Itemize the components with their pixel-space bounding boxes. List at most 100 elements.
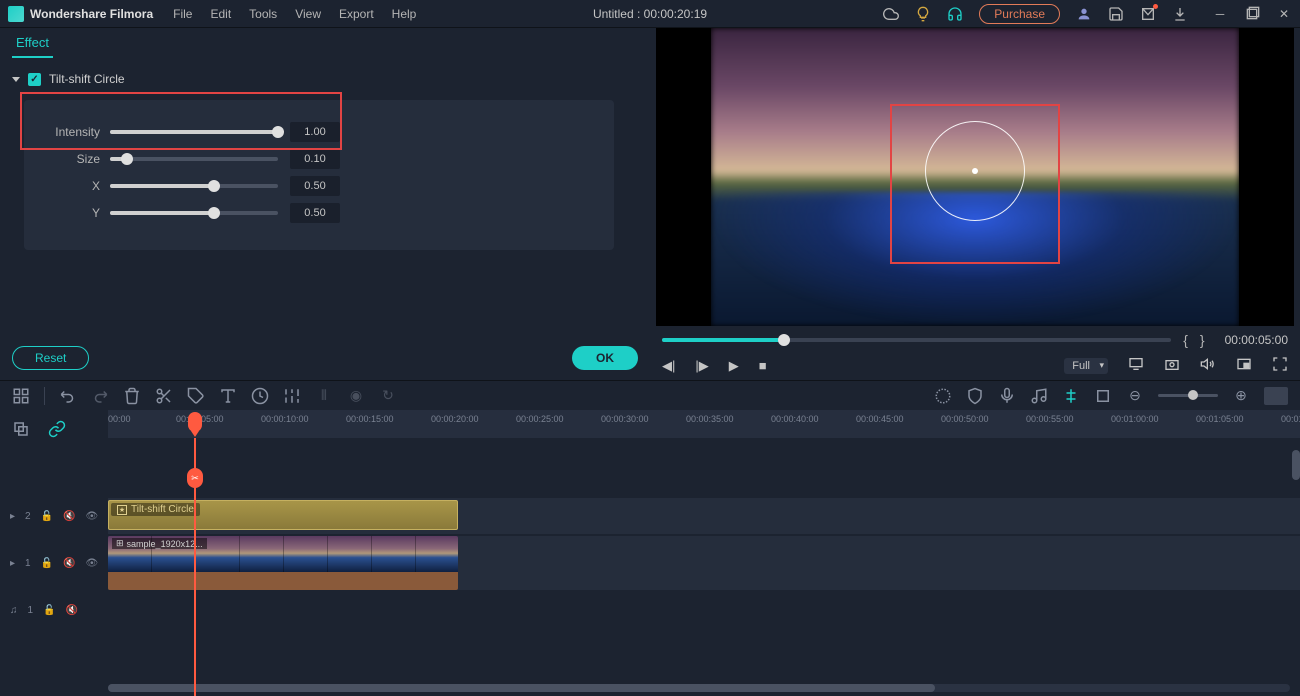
prev-frame-icon[interactable]: ◀|: [662, 358, 675, 374]
menu-export[interactable]: Export: [339, 7, 374, 21]
pip-icon[interactable]: [1236, 356, 1252, 375]
value-x[interactable]: 0.50: [290, 176, 340, 196]
mute-icon[interactable]: 🔇: [63, 511, 75, 522]
param-y: Y 0.50: [44, 199, 594, 226]
menubar: Wondershare Filmora File Edit Tools View…: [0, 0, 1300, 28]
value-intensity[interactable]: 1.00: [290, 122, 340, 142]
mic-icon[interactable]: [998, 387, 1016, 405]
value-size[interactable]: 0.10: [290, 149, 340, 169]
track-video-icon[interactable]: ▸: [10, 511, 15, 522]
maximize-icon[interactable]: [1244, 6, 1260, 22]
ok-button[interactable]: OK: [572, 346, 638, 370]
zoom-out-icon[interactable]: ⊖: [1126, 387, 1144, 405]
marker-icon[interactable]: [1094, 387, 1112, 405]
delete-icon[interactable]: [123, 387, 141, 405]
preview-quality-select[interactable]: Full: [1064, 358, 1108, 374]
volume-icon[interactable]: [1200, 356, 1216, 375]
lock-icon[interactable]: 🔓: [41, 558, 53, 569]
track-number: 1: [25, 558, 31, 569]
text-icon[interactable]: [219, 387, 237, 405]
tag-icon[interactable]: [187, 387, 205, 405]
ruler-tick: 00:00:40:00: [771, 414, 819, 424]
zoom-slider[interactable]: [1158, 394, 1218, 397]
fullscreen-icon[interactable]: [1272, 356, 1288, 375]
zoom-fit-icon[interactable]: [1264, 387, 1288, 405]
slider-x[interactable]: [110, 184, 278, 188]
display-icon[interactable]: [1128, 356, 1144, 375]
next-frame-icon[interactable]: |▶: [695, 358, 708, 374]
audio-mix-icon[interactable]: ⫴: [315, 387, 333, 405]
playback-progress[interactable]: [662, 338, 1171, 342]
refresh-icon[interactable]: ↻: [379, 387, 397, 405]
link-icon[interactable]: [48, 420, 66, 438]
play-icon[interactable]: ▶: [729, 358, 739, 374]
headset-icon[interactable]: [947, 6, 963, 22]
zoom-in-icon[interactable]: ⊕: [1232, 387, 1250, 405]
eye-icon[interactable]: 👁: [86, 558, 99, 569]
timecode-display: 00:00:05:00: [1225, 333, 1288, 347]
lightbulb-icon[interactable]: [915, 6, 931, 22]
preview-image: [711, 28, 1239, 326]
adjust-icon[interactable]: [283, 387, 301, 405]
panel-buttons: Reset OK: [0, 338, 650, 380]
close-icon[interactable]: ✕: [1276, 6, 1292, 22]
menu-file[interactable]: File: [173, 7, 192, 21]
mark-out-icon[interactable]: }: [1200, 332, 1205, 348]
mark-in-icon[interactable]: {: [1183, 332, 1188, 348]
download-icon[interactable]: [1172, 6, 1188, 22]
menu-help[interactable]: Help: [392, 7, 417, 21]
ruler-tick: 00:00:20:00: [431, 414, 479, 424]
snapshot-icon[interactable]: [1164, 356, 1180, 375]
account-icon[interactable]: [1076, 6, 1092, 22]
slider-y[interactable]: [110, 211, 278, 215]
grid-icon[interactable]: [12, 387, 30, 405]
menu-view[interactable]: View: [295, 7, 321, 21]
param-label-intensity: Intensity: [44, 125, 100, 139]
redo-icon[interactable]: [91, 387, 109, 405]
timeline-header-left: [0, 416, 100, 442]
cut-icon[interactable]: [155, 387, 173, 405]
mute-icon[interactable]: 🔇: [66, 605, 78, 616]
playhead-handle[interactable]: [188, 412, 202, 432]
menu-tools[interactable]: Tools: [249, 7, 277, 21]
effect-checkbox[interactable]: [28, 73, 41, 86]
horizontal-scrollbar[interactable]: [108, 684, 1290, 692]
scissors-marker[interactable]: ✂: [187, 468, 203, 488]
menu-edit[interactable]: Edit: [210, 7, 231, 21]
shield-icon[interactable]: [966, 387, 984, 405]
message-icon[interactable]: [1140, 6, 1156, 22]
purchase-button[interactable]: Purchase: [979, 4, 1060, 24]
clip-tiltshift[interactable]: ★Tilt-shift Circle: [108, 500, 458, 530]
reset-button[interactable]: Reset: [12, 346, 89, 370]
preview-viewport[interactable]: [656, 28, 1294, 326]
ruler-tick: 00:00:15:00: [346, 414, 394, 424]
color-icon[interactable]: [934, 387, 952, 405]
ruler-tick: 00:00:25:00: [516, 414, 564, 424]
value-y[interactable]: 0.50: [290, 203, 340, 223]
slider-intensity[interactable]: [110, 130, 278, 134]
track-video-icon[interactable]: ▸: [10, 558, 15, 569]
minimize-icon[interactable]: ─: [1212, 6, 1228, 22]
speed-icon[interactable]: [251, 387, 269, 405]
eye-icon[interactable]: 👁: [86, 511, 99, 522]
timeline-ruler[interactable]: 00:00 00:00:05:00 00:00:10:00 00:00:15:0…: [108, 410, 1300, 438]
track-audio-icon[interactable]: ♫: [10, 605, 18, 616]
snap-icon[interactable]: [1062, 387, 1080, 405]
clip-video[interactable]: ⊞sample_1920x12...: [108, 536, 458, 590]
mute-icon[interactable]: 🔇: [63, 558, 75, 569]
lock-icon[interactable]: 🔓: [43, 605, 55, 616]
lock-icon[interactable]: 🔓: [41, 511, 53, 522]
copy-icon[interactable]: [12, 420, 30, 438]
music-icon[interactable]: [1030, 387, 1048, 405]
stop-icon[interactable]: ■: [759, 358, 767, 373]
save-icon[interactable]: [1108, 6, 1124, 22]
undo-icon[interactable]: [59, 387, 77, 405]
slider-size[interactable]: [110, 157, 278, 161]
vertical-scrollbar[interactable]: [1292, 450, 1300, 480]
record-icon[interactable]: ◉: [347, 387, 365, 405]
ruler-tick: 00:01: [1281, 414, 1300, 424]
tab-effect[interactable]: Effect: [12, 31, 53, 58]
effect-header[interactable]: Tilt-shift Circle: [12, 72, 638, 86]
ruler-tick: 00:00:45:00: [856, 414, 904, 424]
cloud-icon[interactable]: [883, 6, 899, 22]
